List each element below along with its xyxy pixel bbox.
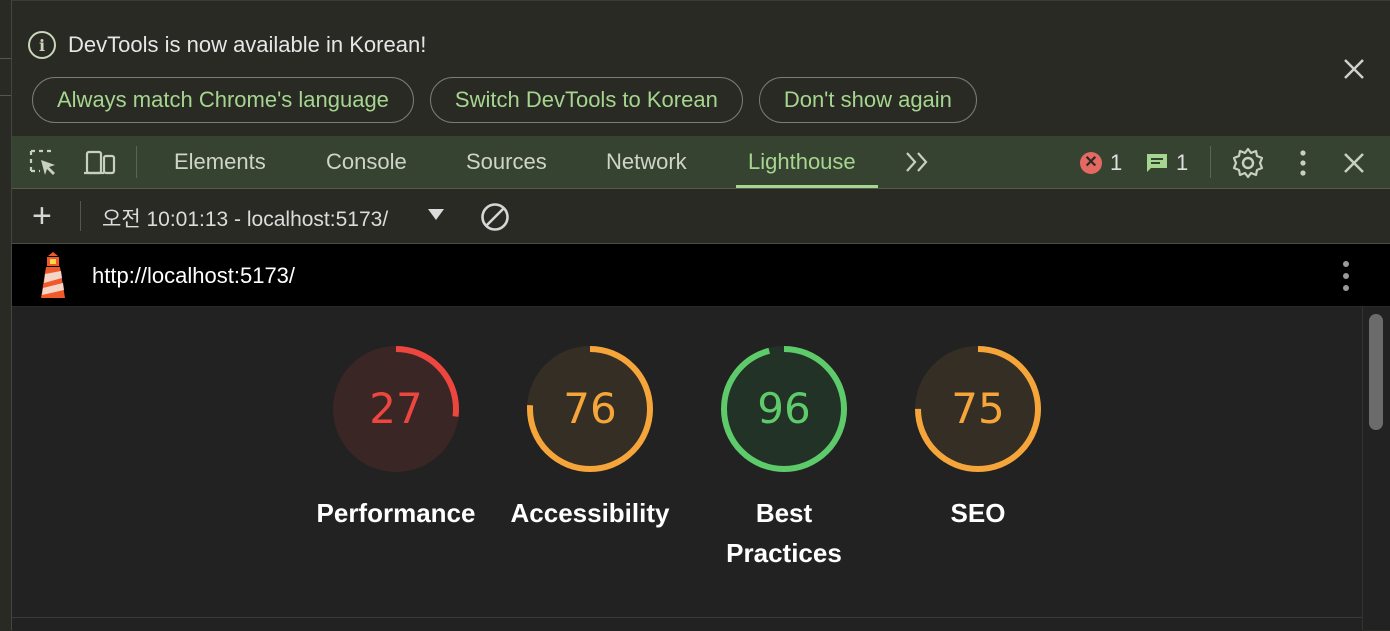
error-icon: ✕ (1080, 152, 1102, 174)
message-count: 1 (1176, 150, 1189, 175)
report-url[interactable]: http://localhost:5173/ (92, 263, 295, 289)
language-infobar: i DevTools is now available in Korean! A… (12, 0, 1390, 137)
always-match-language-button[interactable]: Always match Chrome's language (32, 77, 414, 123)
report-menu-kebab-icon[interactable] (1342, 260, 1350, 292)
score-gauge-ring: 76 (527, 346, 653, 472)
lighthouse-report-toolbar: + 오전 10:01:13 - localhost:5173/ (12, 189, 1390, 244)
infobar-message: DevTools is now available in Korean! (68, 32, 427, 57)
score-label: Best Practices (726, 498, 842, 568)
inspect-element-icon[interactable] (28, 148, 60, 176)
error-count-badge[interactable]: ✕ 1 (1080, 150, 1122, 176)
infobar-message-row: i DevTools is now available in Korean! (28, 31, 426, 59)
switch-to-korean-button[interactable]: Switch DevTools to Korean (429, 77, 743, 123)
more-options-kebab-icon[interactable] (1298, 149, 1308, 177)
infobar-close-icon[interactable] (1340, 55, 1368, 83)
score-gauge[interactable]: 75 SEO (893, 343, 1063, 533)
score-gauge-ring: 27 (333, 346, 459, 472)
score-value: 75 (951, 384, 1004, 433)
tab-elements[interactable]: Elements (174, 136, 266, 188)
score-value: 96 (757, 384, 810, 433)
device-toolbar-icon[interactable] (84, 148, 116, 176)
report-selector[interactable]: 오전 10:01:13 - localhost:5173/ (102, 203, 424, 233)
score-label: Performance (316, 498, 476, 528)
lighthouse-logo-icon (41, 252, 65, 298)
score-gauge-ring: 75 (915, 346, 1041, 472)
devtools-panel: i DevTools is now available in Korean! A… (12, 0, 1390, 631)
error-count: 1 (1110, 150, 1123, 175)
report-url-bar: http://localhost:5173/ (12, 244, 1390, 306)
score-label: SEO (950, 498, 1006, 528)
report-bottom-divider (12, 617, 1362, 631)
tab-lighthouse[interactable]: Lighthouse (736, 136, 878, 188)
score-value: 76 (563, 384, 616, 433)
close-devtools-icon[interactable] (1340, 149, 1372, 177)
score-label: Accessibility (510, 498, 670, 528)
settings-gear-icon[interactable] (1232, 147, 1264, 179)
infobar-buttons: Always match Chrome's language Switch De… (32, 77, 977, 123)
score-value: 27 (369, 384, 422, 433)
tab-sources[interactable]: Sources (466, 136, 547, 188)
lighthouse-report: 27 Performance 76 Accessibility 96 Best Pract… (12, 307, 1362, 617)
left-edge-strip (0, 0, 12, 630)
clear-reports-icon[interactable] (480, 202, 510, 232)
tab-console[interactable]: Console (326, 136, 407, 188)
report-toolbar-separator (80, 201, 81, 231)
info-icon: i (28, 31, 56, 59)
tabbar-separator (136, 146, 137, 178)
tab-network[interactable]: Network (606, 136, 687, 188)
report-scrollbar-thumb[interactable] (1369, 314, 1383, 430)
more-tabs-chevron-icon[interactable] (904, 150, 936, 178)
tabbar-separator-right (1210, 146, 1211, 178)
score-gauge-ring: 96 (721, 346, 847, 472)
message-icon (1147, 154, 1167, 172)
report-selector-caret-icon[interactable] (428, 209, 444, 220)
score-gauge[interactable]: 27 Performance (311, 343, 481, 533)
message-count-badge[interactable]: 1 (1146, 150, 1188, 176)
devtools-tabbar: Elements Console Sources Network Lightho… (12, 136, 1390, 189)
new-report-plus-icon[interactable]: + (32, 199, 52, 233)
dont-show-again-button[interactable]: Don't show again (758, 77, 977, 123)
left-edge-marker (0, 58, 11, 96)
score-gauge[interactable]: 76 Accessibility (505, 343, 675, 533)
score-gauge[interactable]: 96 Best Practices (699, 343, 869, 573)
